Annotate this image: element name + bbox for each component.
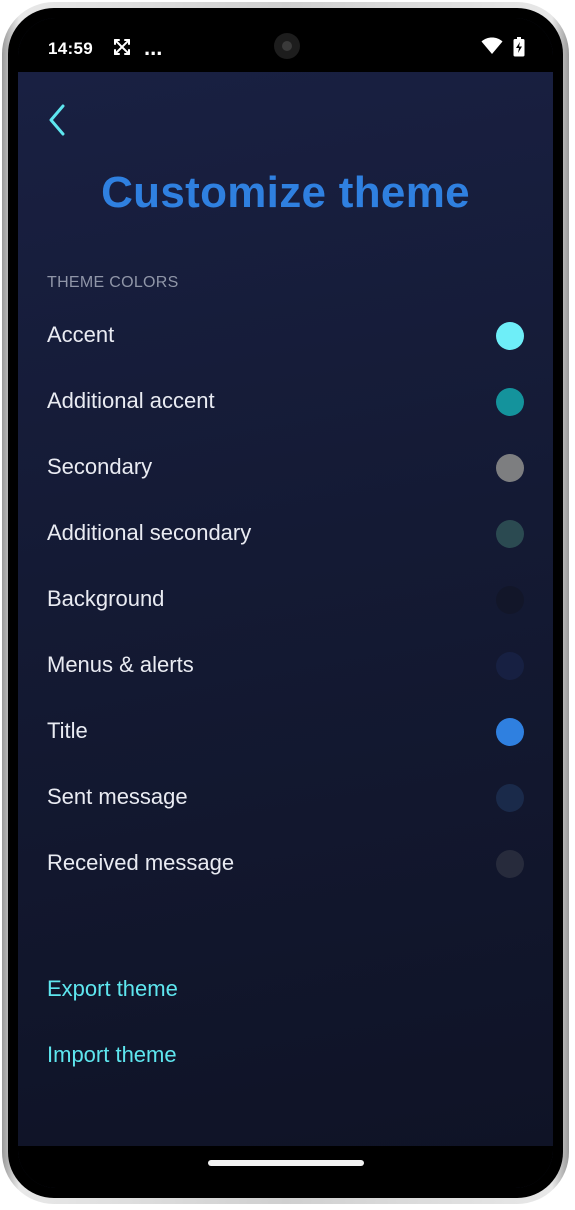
color-swatch[interactable] — [496, 652, 524, 680]
color-swatch[interactable] — [496, 520, 524, 548]
color-swatch[interactable] — [496, 388, 524, 416]
status-time: 14:59 — [48, 39, 93, 58]
color-swatch[interactable] — [496, 322, 524, 350]
color-swatch[interactable] — [496, 718, 524, 746]
color-row-accent[interactable]: Accent — [18, 302, 553, 368]
color-row-received-message[interactable]: Received message — [18, 830, 553, 896]
phone-frame: 14:59 ... Customize theme THEME COLORS A… — [2, 2, 569, 1204]
color-swatch[interactable] — [496, 454, 524, 482]
chevron-left-icon — [49, 104, 65, 136]
color-label: Secondary — [47, 454, 153, 479]
color-label: Sent message — [47, 784, 188, 809]
customize-theme-screen: Customize theme THEME COLORS Accent Addi… — [18, 72, 553, 1154]
page-title: Customize theme — [101, 168, 470, 217]
color-row-sent-message[interactable]: Sent message — [18, 764, 553, 830]
color-swatch[interactable] — [496, 850, 524, 878]
color-row-additional-accent[interactable]: Additional accent — [18, 368, 553, 434]
wifi-icon — [481, 37, 503, 54]
color-label: Menus & alerts — [47, 652, 194, 677]
section-label-theme-colors: THEME COLORS — [47, 274, 179, 291]
color-row-menus-alerts[interactable]: Menus & alerts — [18, 632, 553, 698]
import-theme-button[interactable]: Import theme — [47, 1042, 177, 1068]
front-camera — [274, 33, 300, 59]
screen: 14:59 ... Customize theme THEME COLORS A… — [18, 18, 553, 1188]
crossed-arrows-icon — [112, 37, 132, 62]
more-notifications-icon: ... — [144, 35, 163, 60]
color-label: Title — [47, 718, 88, 743]
battery-charging-icon — [513, 37, 525, 57]
navigation-bar — [18, 1146, 553, 1188]
status-bar: 14:59 ... — [18, 18, 553, 72]
theme-color-list: Accent Additional accent Secondary Addit… — [18, 302, 553, 896]
color-label: Additional secondary — [47, 520, 252, 545]
color-label: Received message — [47, 850, 235, 875]
color-label: Accent — [47, 322, 115, 347]
color-row-title[interactable]: Title — [18, 698, 553, 764]
color-label: Additional accent — [47, 388, 215, 413]
export-theme-button[interactable]: Export theme — [47, 976, 178, 1002]
color-swatch[interactable] — [496, 586, 524, 614]
color-row-secondary[interactable]: Secondary — [18, 434, 553, 500]
phone-bezel: 14:59 ... Customize theme THEME COLORS A… — [8, 8, 563, 1198]
color-row-additional-secondary[interactable]: Additional secondary — [18, 500, 553, 566]
back-button[interactable] — [44, 102, 74, 138]
home-gesture-handle[interactable] — [207, 1160, 364, 1166]
color-label: Background — [47, 586, 165, 611]
color-swatch[interactable] — [496, 784, 524, 812]
status-icons — [481, 37, 525, 57]
color-row-background[interactable]: Background — [18, 566, 553, 632]
